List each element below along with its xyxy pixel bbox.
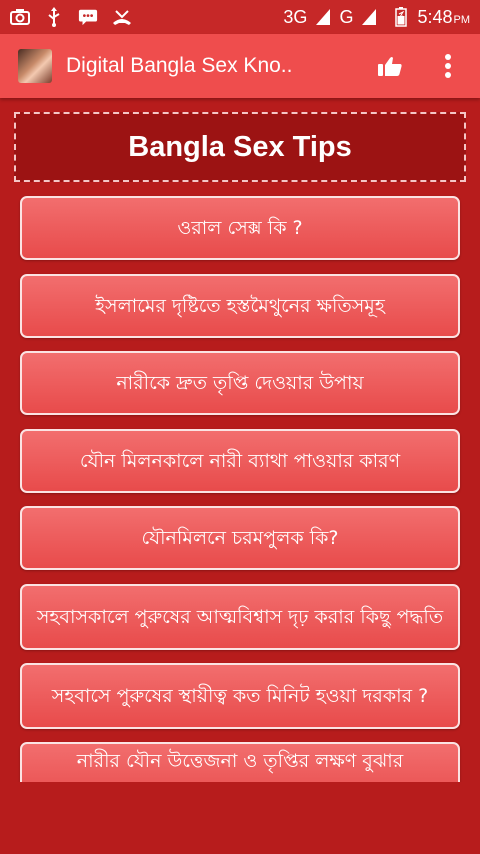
battery-icon [391,7,411,27]
menu-item-islamic-view[interactable]: ইসলামের দৃষ্টিতে হস্তমৈথুনের ক্ষতিসমূহ [20,274,460,338]
network-type-1: 3G [283,6,308,27]
header-title: Bangla Sex Tips [128,130,352,163]
clock-ampm: PM [453,13,471,26]
menu-item-oral-sex[interactable]: ওরাল সেক্স কি ? [20,196,460,260]
app-bar: Digital Bangla Sex Kno.. [0,34,480,98]
menu-item-duration[interactable]: সহবাসে পুরুষের স্থায়ীত্ব কত মিনিট হওয়া… [20,663,460,729]
status-icons-left [10,7,132,27]
menu-item-pain-reason[interactable]: যৌন মিলনকালে নারী ব্যাথা পাওয়ার কারণ [20,429,460,493]
thumbs-up-icon[interactable] [370,46,410,86]
status-bar: 3G G 5:48PM [0,0,480,34]
overflow-menu-icon[interactable] [428,46,468,86]
messenger-icon [78,7,98,27]
content-list[interactable]: Bangla Sex Tips ওরাল সেক্স কি ? ইসলামের … [0,98,480,782]
header-banner: Bangla Sex Tips [14,112,466,182]
menu-item-quick-satisfaction[interactable]: নারীকে দ্রুত তৃপ্তি দেওয়ার উপায় [20,351,460,415]
menu-item-orgasm[interactable]: যৌনমিলনে চরমপুলক কি? [20,506,460,570]
usb-icon [44,7,64,27]
app-icon [18,49,52,83]
signal-icon-2 [359,7,379,27]
bottom-area [0,782,480,854]
network-type-2: G [339,6,354,27]
menu-item-confidence[interactable]: সহবাসকালে পুরুষের আত্মবিশ্বাস দৃঢ় করার … [20,584,460,650]
missed-call-icon [112,7,132,27]
camera-icon [10,7,30,27]
clock: 5:48PM [417,7,470,28]
signal-icon-1 [313,7,333,27]
clock-time: 5:48 [417,6,453,27]
status-icons-right: 3G G 5:48PM [283,7,470,28]
app-title: Digital Bangla Sex Kno.. [66,54,293,77]
menu-item-arousal-signs[interactable]: নারীর যৌন উত্তেজনা ও তৃপ্তির লক্ষণ বুঝার [20,742,460,782]
